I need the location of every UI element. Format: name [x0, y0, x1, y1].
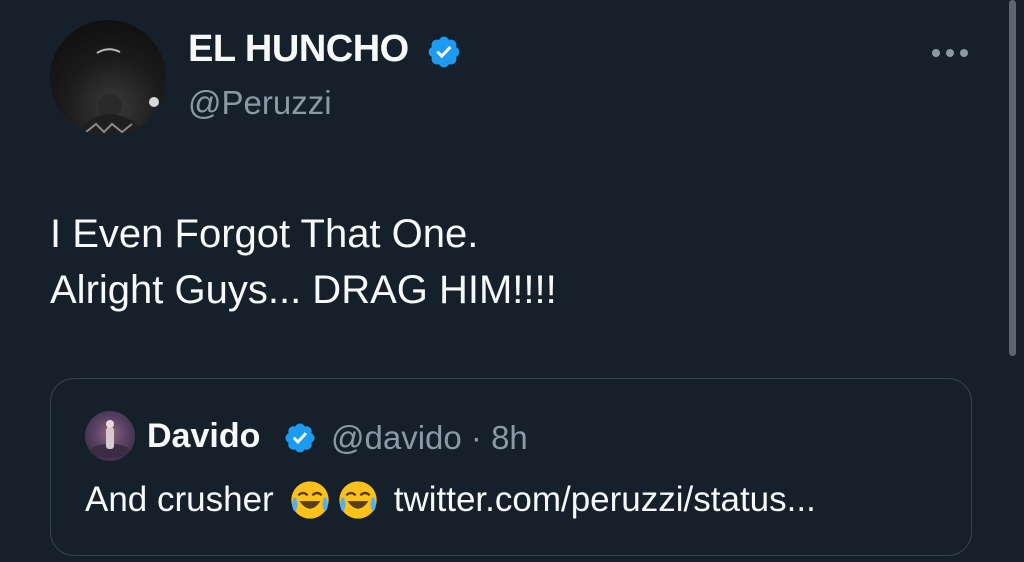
quoted-author-avatar[interactable]	[85, 411, 135, 461]
tears-of-joy-emoji-icon	[291, 481, 329, 519]
scrollbar[interactable]	[1009, 0, 1016, 356]
quoted-verified-badge-icon	[285, 423, 315, 453]
quoted-tweet-card[interactable]: Davido @davido · 8h And crusher twitter.…	[50, 378, 972, 556]
tweet-text: I Even Forgot That One. Alright Guys... …	[50, 212, 557, 312]
more-dots-icon	[932, 49, 968, 57]
avatar-photo	[78, 48, 159, 136]
author-display-name[interactable]: EL HUNCHO	[188, 28, 409, 71]
author-handle[interactable]: @Peruzzi	[188, 84, 332, 122]
quoted-text-prefix: And crusher	[85, 480, 274, 519]
quoted-tweet-text: And crusher twitter.com/peruzzi/status..…	[85, 479, 816, 521]
tears-of-joy-emoji-icon	[339, 481, 377, 519]
verified-badge-icon	[428, 36, 460, 68]
quoted-handle-time[interactable]: @davido · 8h	[331, 419, 528, 457]
quoted-link[interactable]: twitter.com/peruzzi/status...	[394, 480, 816, 520]
author-avatar[interactable]	[50, 20, 166, 136]
quoted-avatar-photo	[90, 420, 130, 458]
more-options-button[interactable]	[928, 36, 972, 70]
quoted-author-name[interactable]: Davido	[147, 417, 260, 456]
